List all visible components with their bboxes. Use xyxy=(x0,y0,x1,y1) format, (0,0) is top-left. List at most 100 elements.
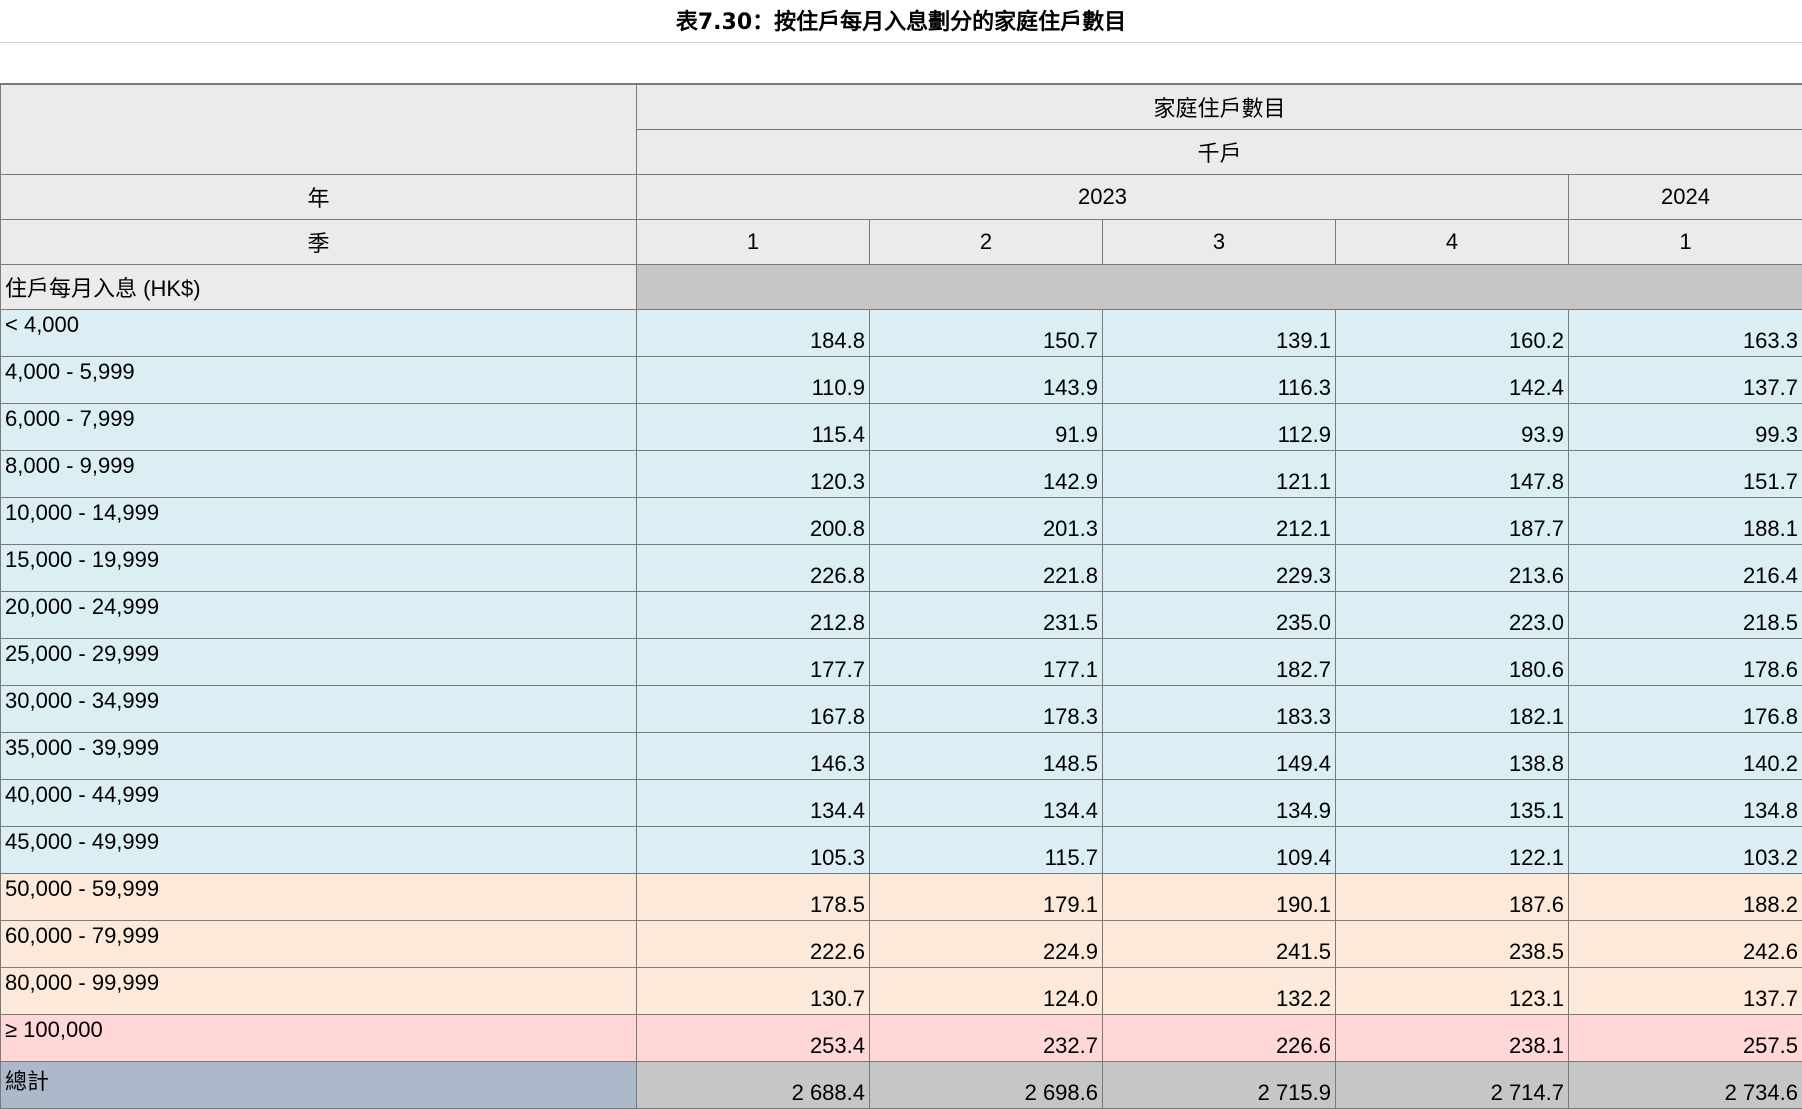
table-row: 40,000 - 44,999134.4134.4134.9135.1134.8 xyxy=(1,780,1802,827)
value-cell: 177.7 xyxy=(637,639,870,686)
value-cell: 115.7 xyxy=(870,827,1103,874)
value-cell: 179.1 xyxy=(870,874,1103,921)
value-cell: 200.8 xyxy=(637,498,870,545)
total-value-cell: 2 698.6 xyxy=(870,1062,1103,1109)
value-cell: 212.8 xyxy=(637,592,870,639)
value-cell: 178.5 xyxy=(637,874,870,921)
value-cell: 235.0 xyxy=(1103,592,1336,639)
value-cell: 142.9 xyxy=(870,451,1103,498)
value-cell: 253.4 xyxy=(637,1015,870,1062)
value-cell: 123.1 xyxy=(1336,968,1569,1015)
table-row: 20,000 - 24,999212.8231.5235.0223.0218.5 xyxy=(1,592,1802,639)
value-cell: 176.8 xyxy=(1569,686,1802,733)
value-cell: 224.9 xyxy=(870,921,1103,968)
table-row: 8,000 - 9,999120.3142.9121.1147.8151.7 xyxy=(1,451,1802,498)
value-cell: 146.3 xyxy=(637,733,870,780)
row-label: 6,000 - 7,999 xyxy=(1,404,637,451)
section-fill xyxy=(637,265,1802,310)
value-cell: 180.6 xyxy=(1336,639,1569,686)
value-cell: 116.3 xyxy=(1103,357,1336,404)
value-cell: 178.3 xyxy=(870,686,1103,733)
value-cell: 139.1 xyxy=(1103,310,1336,357)
value-cell: 188.1 xyxy=(1569,498,1802,545)
value-cell: 187.6 xyxy=(1336,874,1569,921)
value-cell: 120.3 xyxy=(637,451,870,498)
value-cell: 216.4 xyxy=(1569,545,1802,592)
value-cell: 218.5 xyxy=(1569,592,1802,639)
section-label: 住戶每月入息 (HK$) xyxy=(1,265,637,310)
table-row: 60,000 - 79,999222.6224.9241.5238.5242.6 xyxy=(1,921,1802,968)
table-row: 4,000 - 5,999110.9143.9116.3142.4137.7 xyxy=(1,357,1802,404)
value-cell: 188.2 xyxy=(1569,874,1802,921)
header-quarter: 4 xyxy=(1336,220,1569,265)
value-cell: 140.2 xyxy=(1569,733,1802,780)
total-value-cell: 2 734.6 xyxy=(1569,1062,1802,1109)
value-cell: 105.3 xyxy=(637,827,870,874)
row-label: 8,000 - 9,999 xyxy=(1,451,637,498)
value-cell: 137.7 xyxy=(1569,968,1802,1015)
value-cell: 130.7 xyxy=(637,968,870,1015)
value-cell: 213.6 xyxy=(1336,545,1569,592)
value-cell: 257.5 xyxy=(1569,1015,1802,1062)
value-cell: 134.8 xyxy=(1569,780,1802,827)
value-cell: 147.8 xyxy=(1336,451,1569,498)
value-cell: 241.5 xyxy=(1103,921,1336,968)
value-cell: 226.8 xyxy=(637,545,870,592)
value-cell: 93.9 xyxy=(1336,404,1569,451)
row-label: < 4,000 xyxy=(1,310,637,357)
row-label: 30,000 - 34,999 xyxy=(1,686,637,733)
value-cell: 201.3 xyxy=(870,498,1103,545)
table-row: 6,000 - 7,999115.491.9112.993.999.3 xyxy=(1,404,1802,451)
value-cell: 134.9 xyxy=(1103,780,1336,827)
row-label: 35,000 - 39,999 xyxy=(1,733,637,780)
value-cell: 242.6 xyxy=(1569,921,1802,968)
value-cell: 184.8 xyxy=(637,310,870,357)
table-row: 10,000 - 14,999200.8201.3212.1187.7188.1 xyxy=(1,498,1802,545)
header-year-2024: 2024 xyxy=(1569,175,1802,220)
value-cell: 137.7 xyxy=(1569,357,1802,404)
header-corner xyxy=(1,85,637,175)
value-cell: 149.4 xyxy=(1103,733,1336,780)
value-cell: 183.3 xyxy=(1103,686,1336,733)
value-cell: 138.8 xyxy=(1336,733,1569,780)
row-label: ≥ 100,000 xyxy=(1,1015,637,1062)
value-cell: 103.2 xyxy=(1569,827,1802,874)
row-label: 45,000 - 49,999 xyxy=(1,827,637,874)
table-row: 45,000 - 49,999105.3115.7109.4122.1103.2 xyxy=(1,827,1802,874)
value-cell: 124.0 xyxy=(870,968,1103,1015)
value-cell: 151.7 xyxy=(1569,451,1802,498)
value-cell: 178.6 xyxy=(1569,639,1802,686)
value-cell: 132.2 xyxy=(1103,968,1336,1015)
header-quarter: 3 xyxy=(1103,220,1336,265)
value-cell: 135.1 xyxy=(1336,780,1569,827)
value-cell: 150.7 xyxy=(870,310,1103,357)
total-value-cell: 2 688.4 xyxy=(637,1062,870,1109)
value-cell: 232.7 xyxy=(870,1015,1103,1062)
value-cell: 182.1 xyxy=(1336,686,1569,733)
value-cell: 226.6 xyxy=(1103,1015,1336,1062)
value-cell: 231.5 xyxy=(870,592,1103,639)
header-unit: 千戶 xyxy=(637,130,1802,175)
value-cell: 115.4 xyxy=(637,404,870,451)
value-cell: 177.1 xyxy=(870,639,1103,686)
table-row: 80,000 - 99,999130.7124.0132.2123.1137.7 xyxy=(1,968,1802,1015)
value-cell: 163.3 xyxy=(1569,310,1802,357)
income-households-table: 家庭住戶數目 千戶 年 2023 2024 季 1 2 3 4 1 住戶每月入息… xyxy=(0,84,1802,1109)
value-cell: 134.4 xyxy=(870,780,1103,827)
value-cell: 187.7 xyxy=(1336,498,1569,545)
value-cell: 160.2 xyxy=(1336,310,1569,357)
table-row: < 4,000184.8150.7139.1160.2163.3 xyxy=(1,310,1802,357)
value-cell: 229.3 xyxy=(1103,545,1336,592)
value-cell: 99.3 xyxy=(1569,404,1802,451)
value-cell: 112.9 xyxy=(1103,404,1336,451)
value-cell: 109.4 xyxy=(1103,827,1336,874)
value-cell: 142.4 xyxy=(1336,357,1569,404)
value-cell: 221.8 xyxy=(870,545,1103,592)
table-row: 30,000 - 34,999167.8178.3183.3182.1176.8 xyxy=(1,686,1802,733)
value-cell: 110.9 xyxy=(637,357,870,404)
value-cell: 167.8 xyxy=(637,686,870,733)
table-title: 表7.30：按住戶每月入息劃分的家庭住戶數目 xyxy=(0,0,1802,43)
row-label: 15,000 - 19,999 xyxy=(1,545,637,592)
value-cell: 223.0 xyxy=(1336,592,1569,639)
total-value-cell: 2 714.7 xyxy=(1336,1062,1569,1109)
